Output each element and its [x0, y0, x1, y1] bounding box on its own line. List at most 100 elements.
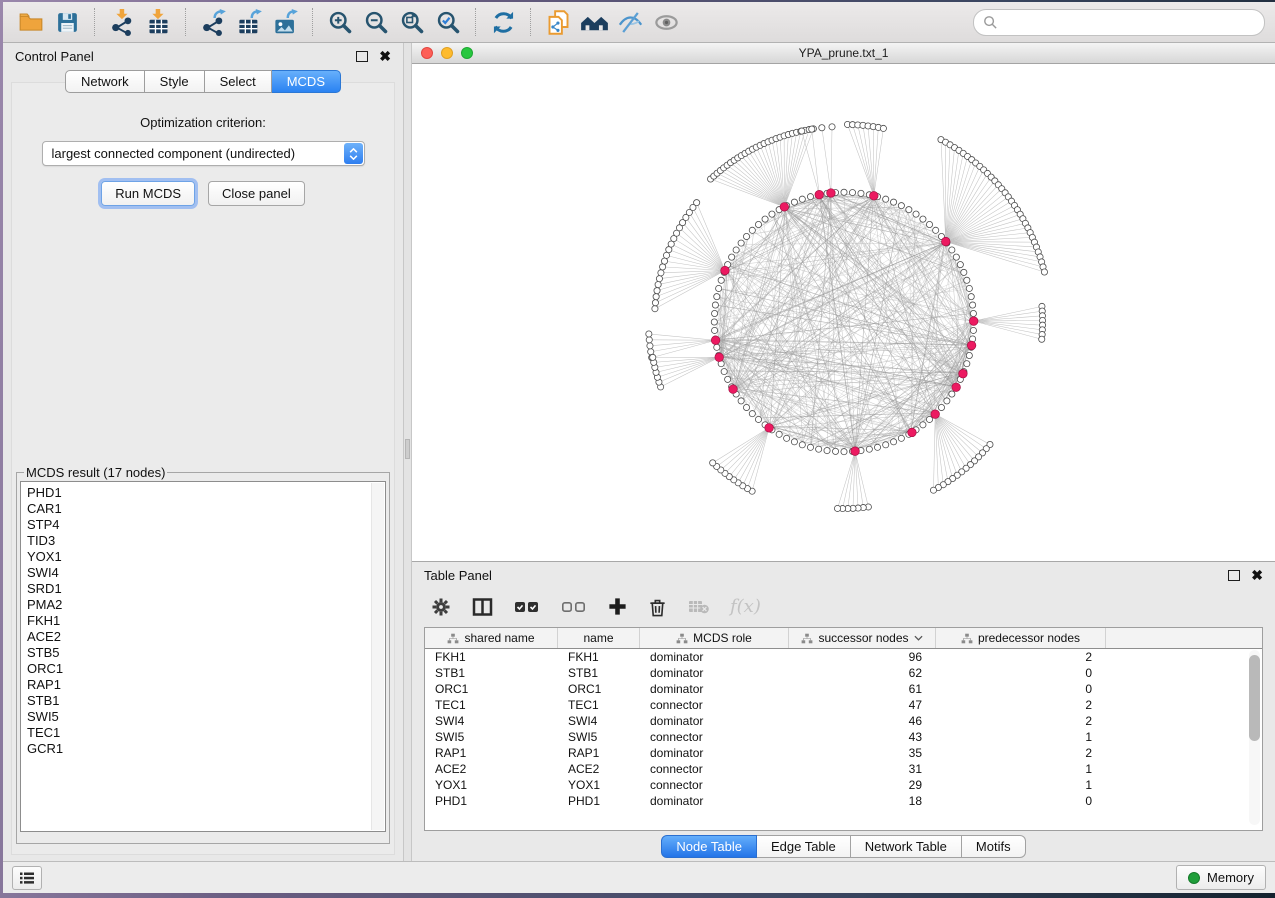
panel-splitter[interactable] — [403, 43, 412, 861]
table-row[interactable]: STB1STB1dominator620 — [425, 665, 1262, 681]
create-column-icon[interactable] — [607, 596, 628, 617]
dominator-node[interactable] — [765, 424, 774, 433]
mcds-result-node[interactable]: RAP1 — [27, 677, 385, 693]
import-network-icon[interactable] — [104, 6, 140, 38]
hide-selected-icon[interactable] — [612, 6, 648, 38]
table-row[interactable]: YOX1YOX1connector291 — [425, 777, 1262, 793]
mcds-result-node[interactable]: STB5 — [27, 645, 385, 661]
table-row[interactable]: SWI5SWI5connector431 — [425, 729, 1262, 745]
table-scrollbar-thumb[interactable] — [1249, 655, 1260, 741]
network-graph[interactable] — [412, 64, 1275, 561]
column-header-MCDS-role[interactable]: MCDS role — [640, 628, 789, 648]
dominator-node[interactable] — [952, 383, 961, 392]
mcds-result-node[interactable]: PMA2 — [27, 597, 385, 613]
close-window-icon[interactable] — [421, 47, 433, 59]
import-table-icon[interactable] — [140, 6, 176, 38]
mcds-result-node[interactable]: YOX1 — [27, 549, 385, 565]
minimize-window-icon[interactable] — [441, 47, 453, 59]
mcds-result-node[interactable]: CAR1 — [27, 501, 385, 517]
list-scrollbar-track[interactable] — [371, 483, 384, 830]
export-image-icon[interactable] — [267, 6, 303, 38]
dominator-node[interactable] — [729, 385, 738, 394]
tab-network-table[interactable]: Network Table — [851, 835, 962, 858]
export-table-icon[interactable] — [231, 6, 267, 38]
dominator-node[interactable] — [711, 336, 720, 345]
table-row[interactable]: RAP1RAP1dominator352 — [425, 745, 1262, 761]
show-columns-icon[interactable] — [471, 596, 494, 618]
tab-edge-table[interactable]: Edge Table — [757, 835, 851, 858]
mcds-result-node[interactable]: FKH1 — [27, 613, 385, 629]
unselect-all-columns-icon[interactable] — [560, 597, 588, 617]
mcds-result-list[interactable]: PHD1CAR1STP4TID3YOX1SWI4SRD1PMA2FKH1ACE2… — [20, 481, 386, 832]
dominator-node[interactable] — [851, 447, 860, 456]
dominator-node[interactable] — [959, 369, 968, 378]
memory-button[interactable]: Memory — [1176, 865, 1266, 890]
tab-node-table[interactable]: Node Table — [661, 835, 757, 858]
zoom-in-icon[interactable] — [322, 6, 358, 38]
mcds-result-node[interactable]: SWI5 — [27, 709, 385, 725]
tab-select[interactable]: Select — [205, 70, 272, 93]
tab-network[interactable]: Network — [65, 70, 145, 93]
dominator-node[interactable] — [969, 317, 978, 326]
dominator-node[interactable] — [780, 203, 789, 212]
show-all-icon[interactable] — [648, 6, 684, 38]
column-header-name[interactable]: name — [558, 628, 640, 648]
float-table-panel-icon[interactable] — [1228, 570, 1240, 581]
table-row[interactable]: ORC1ORC1dominator610 — [425, 681, 1262, 697]
export-network-icon[interactable] — [195, 6, 231, 38]
mcds-result-node[interactable]: TID3 — [27, 533, 385, 549]
dominator-node[interactable] — [815, 190, 824, 199]
show-panels-button[interactable] — [12, 866, 42, 890]
network-window-titlebar[interactable]: YPA_prune.txt_1 — [412, 43, 1275, 64]
dominator-node[interactable] — [931, 410, 940, 419]
open-network-icon[interactable] — [13, 6, 49, 38]
mcds-result-node[interactable]: STP4 — [27, 517, 385, 533]
save-session-icon[interactable] — [49, 6, 85, 38]
dominator-node[interactable] — [827, 189, 836, 198]
column-header-shared-name[interactable]: shared name — [425, 628, 558, 648]
mcds-result-node[interactable]: TEC1 — [27, 725, 385, 741]
search-input[interactable] — [1004, 14, 1255, 31]
close-table-panel-icon[interactable]: ✖ — [1251, 568, 1263, 582]
dominator-node[interactable] — [908, 428, 917, 437]
dominator-node[interactable] — [941, 237, 950, 246]
mcds-result-node[interactable]: ORC1 — [27, 661, 385, 677]
refresh-layout-icon[interactable] — [485, 6, 521, 38]
float-panel-icon[interactable] — [356, 51, 368, 62]
table-row[interactable]: TEC1TEC1connector472 — [425, 697, 1262, 713]
mcds-result-node[interactable]: STB1 — [27, 693, 385, 709]
tab-mcds[interactable]: MCDS — [272, 70, 341, 93]
dominator-node[interactable] — [870, 191, 879, 200]
column-header-successor-nodes[interactable]: successor nodes — [789, 628, 936, 648]
table-row[interactable]: PHD1PHD1dominator180 — [425, 793, 1262, 809]
splitter-handle-icon[interactable] — [405, 439, 410, 459]
dominator-node[interactable] — [967, 341, 976, 350]
mcds-result-node[interactable]: SWI4 — [27, 565, 385, 581]
table-row[interactable]: FKH1FKH1dominator962 — [425, 649, 1262, 665]
close-panel-button[interactable]: Close panel — [208, 181, 305, 206]
zoom-selected-icon[interactable] — [430, 6, 466, 38]
run-mcds-button[interactable]: Run MCDS — [101, 181, 195, 206]
table-row[interactable]: SWI4SWI4dominator462 — [425, 713, 1262, 729]
mcds-result-node[interactable]: SRD1 — [27, 581, 385, 597]
tab-style[interactable]: Style — [145, 70, 205, 93]
zoom-out-icon[interactable] — [358, 6, 394, 38]
first-neighbors-icon[interactable] — [576, 6, 612, 38]
dominator-node[interactable] — [715, 353, 724, 362]
close-panel-icon[interactable]: ✖ — [379, 49, 391, 63]
table-row[interactable]: ACE2ACE2connector311 — [425, 761, 1262, 777]
tab-motifs[interactable]: Motifs — [962, 835, 1026, 858]
zoom-fit-icon[interactable] — [394, 6, 430, 38]
table-settings-gear-icon[interactable] — [430, 596, 452, 618]
copy-network-icon[interactable] — [540, 6, 576, 38]
network-canvas[interactable] — [412, 64, 1275, 561]
mcds-result-node[interactable]: GCR1 — [27, 741, 385, 757]
criterion-select[interactable]: largest connected component (undirected) — [42, 141, 365, 166]
zoom-window-icon[interactable] — [461, 47, 473, 59]
delete-column-icon[interactable] — [647, 596, 668, 618]
column-header-predecessor-nodes[interactable]: predecessor nodes — [936, 628, 1106, 648]
search-box[interactable] — [973, 9, 1265, 36]
mcds-result-node[interactable]: PHD1 — [27, 485, 385, 501]
dominator-node[interactable] — [721, 266, 730, 275]
mcds-result-node[interactable]: ACE2 — [27, 629, 385, 645]
